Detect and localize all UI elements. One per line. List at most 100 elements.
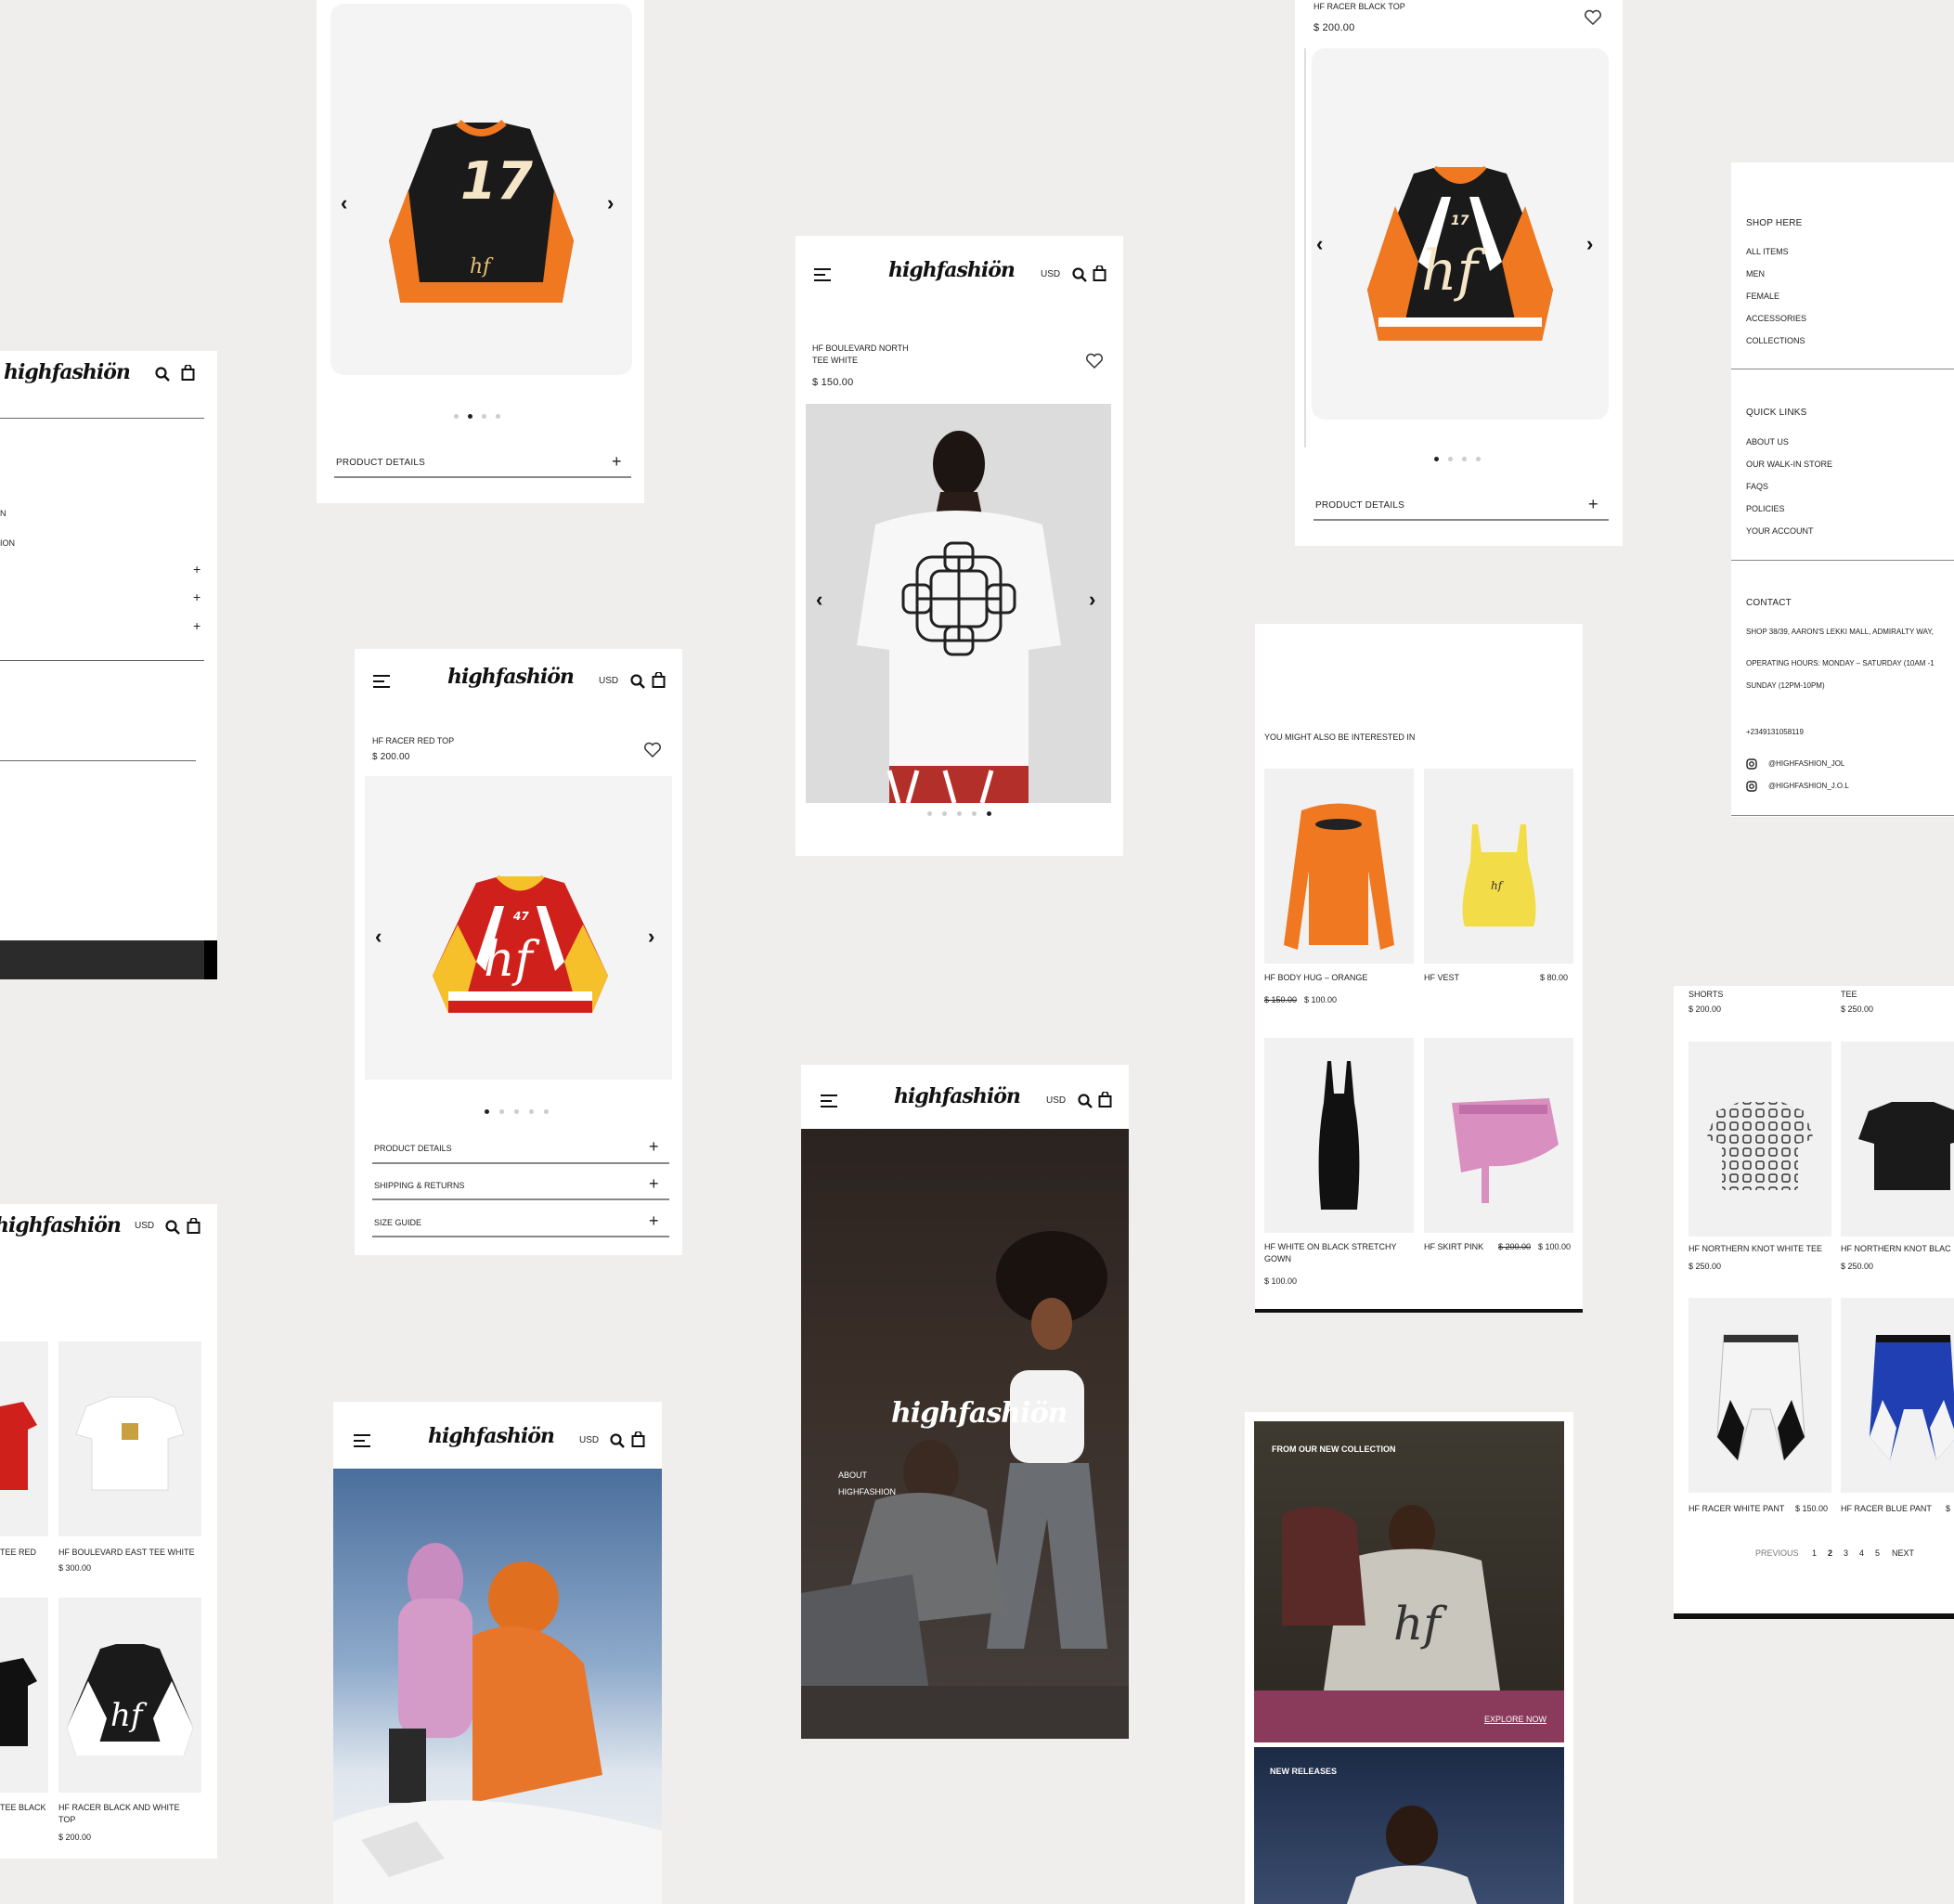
svg-text:hf: hf bbox=[110, 1697, 148, 1734]
quick-link[interactable]: YOUR ACCOUNT bbox=[1746, 526, 1814, 536]
cart-icon[interactable] bbox=[652, 671, 666, 693]
search-icon[interactable] bbox=[630, 674, 645, 693]
accordion-shipping[interactable]: SHIPPING & RETURNS bbox=[374, 1181, 465, 1190]
heart-icon[interactable] bbox=[643, 742, 662, 763]
currency-selector[interactable]: USD bbox=[599, 676, 618, 686]
menu-icon[interactable] bbox=[814, 268, 831, 281]
contact-heading: CONTACT bbox=[1746, 598, 1792, 608]
brand-logo[interactable]: highfashiön bbox=[4, 360, 131, 384]
expand-icon[interactable]: + bbox=[193, 619, 201, 632]
pagination-previous[interactable]: PREVIOUS bbox=[1755, 1548, 1799, 1558]
prev-arrow-icon[interactable]: ‹ bbox=[816, 589, 822, 610]
currency-selector[interactable]: USD bbox=[1041, 269, 1060, 279]
carousel-dots[interactable] bbox=[485, 1109, 549, 1114]
product-thumb-white-tee[interactable] bbox=[1689, 1042, 1831, 1237]
hero-about[interactable]: ABOUT bbox=[838, 1470, 867, 1480]
menu-item-fragment[interactable]: N bbox=[0, 509, 6, 518]
product-thumb-skirt[interactable] bbox=[1424, 1038, 1573, 1233]
quick-link[interactable]: ABOUT US bbox=[1746, 437, 1789, 447]
currency-selector[interactable]: USD bbox=[1046, 1095, 1066, 1106]
heart-icon[interactable] bbox=[1584, 9, 1602, 31]
pagination-page[interactable]: 4 bbox=[1859, 1548, 1864, 1558]
pagination-page[interactable]: 5 bbox=[1875, 1548, 1880, 1558]
quick-link[interactable]: OUR WALK-IN STORE bbox=[1746, 460, 1832, 469]
menu-icon[interactable] bbox=[373, 675, 390, 688]
cart-icon[interactable] bbox=[1098, 1091, 1112, 1112]
prev-arrow-icon[interactable]: ‹ bbox=[375, 926, 382, 947]
next-arrow-icon[interactable]: › bbox=[607, 193, 614, 214]
shop-link[interactable]: COLLECTIONS bbox=[1746, 336, 1805, 345]
prev-arrow-icon[interactable]: ‹ bbox=[1316, 234, 1323, 254]
quick-link[interactable]: POLICIES bbox=[1746, 504, 1785, 513]
currency-selector[interactable]: USD bbox=[135, 1221, 154, 1231]
product-thumb-vest[interactable]: hf bbox=[1424, 769, 1573, 964]
brand-logo[interactable]: highfashiön bbox=[447, 665, 575, 689]
product-thumb-white-pant[interactable] bbox=[1689, 1298, 1831, 1493]
pagination-page[interactable]: 1 bbox=[1812, 1548, 1817, 1558]
shop-link[interactable]: ALL ITEMS bbox=[1746, 247, 1789, 256]
instagram-icon[interactable] bbox=[1746, 780, 1757, 797]
expand-icon[interactable]: + bbox=[612, 453, 622, 470]
product-grid-right: SHORTS $ 200.00 TEE $ 250.00 HF NORTHERN… bbox=[1674, 986, 1954, 1619]
cart-icon[interactable] bbox=[1093, 265, 1106, 286]
carousel-dots[interactable] bbox=[454, 414, 500, 419]
heart-icon[interactable] bbox=[1085, 353, 1104, 374]
product-thumb-blue-pant[interactable] bbox=[1841, 1298, 1954, 1493]
menu-icon[interactable] bbox=[354, 1434, 370, 1447]
quick-link[interactable]: FAQS bbox=[1746, 482, 1768, 491]
hero-about[interactable]: HIGHFASHION bbox=[838, 1487, 896, 1496]
instagram-handle[interactable]: @HIGHFASHION_J.O.L bbox=[1768, 782, 1849, 790]
product-thumb-black-tee[interactable] bbox=[0, 1598, 48, 1793]
prev-arrow-icon[interactable]: ‹ bbox=[341, 193, 347, 214]
expand-icon[interactable]: + bbox=[193, 563, 201, 576]
accordion-size-guide[interactable]: SIZE GUIDE bbox=[374, 1218, 421, 1227]
currency-selector[interactable]: USD bbox=[579, 1435, 599, 1445]
expand-icon[interactable]: + bbox=[649, 1212, 659, 1229]
search-icon[interactable] bbox=[155, 367, 170, 386]
cart-icon[interactable] bbox=[631, 1431, 645, 1452]
shop-link[interactable]: FEMALE bbox=[1746, 291, 1779, 301]
carousel-dots[interactable] bbox=[927, 811, 991, 816]
product-thumb-east-tee[interactable] bbox=[58, 1341, 201, 1536]
next-arrow-icon[interactable]: › bbox=[648, 926, 654, 947]
next-arrow-icon[interactable]: › bbox=[1089, 589, 1095, 610]
next-arrow-icon[interactable]: › bbox=[1586, 234, 1593, 254]
search-icon[interactable] bbox=[610, 1433, 625, 1453]
shop-link[interactable]: ACCESSORIES bbox=[1746, 314, 1806, 323]
expand-icon[interactable]: + bbox=[193, 590, 201, 603]
cart-icon[interactable] bbox=[181, 364, 195, 385]
product-name: HF BOULEVARD EAST TEE WHITE bbox=[58, 1548, 195, 1557]
product-details-label[interactable]: PRODUCT DETAILS bbox=[1315, 500, 1404, 511]
product-details-label[interactable]: PRODUCT DETAILS bbox=[336, 458, 425, 468]
shop-link[interactable]: MEN bbox=[1746, 269, 1765, 278]
contact-phone[interactable]: +2349131058119 bbox=[1746, 728, 1804, 736]
brand-logo[interactable]: highfashiön bbox=[428, 1424, 555, 1448]
product-thumb-bodyhug[interactable] bbox=[1264, 769, 1414, 964]
instagram-icon[interactable] bbox=[1746, 758, 1757, 774]
expand-icon[interactable]: + bbox=[1588, 496, 1598, 512]
accordion-product-details[interactable]: PRODUCT DETAILS bbox=[374, 1144, 452, 1153]
instagram-handle[interactable]: @HIGHFASHION_JOL bbox=[1768, 759, 1844, 768]
search-icon[interactable] bbox=[1072, 267, 1087, 287]
explore-now-button[interactable]: EXPLORE NOW bbox=[1484, 1715, 1546, 1724]
product-thumb-red-tee[interactable] bbox=[0, 1341, 48, 1536]
product-thumb-gown[interactable] bbox=[1264, 1038, 1414, 1233]
expand-icon[interactable]: + bbox=[649, 1138, 659, 1155]
pagination-next[interactable]: NEXT bbox=[1892, 1548, 1914, 1558]
campaign-image bbox=[333, 1469, 662, 1904]
cart-icon[interactable] bbox=[187, 1217, 201, 1238]
related-products-card: YOU MIGHT ALSO BE INTERESTED IN hf HF BO… bbox=[1255, 624, 1583, 1313]
menu-item-fragment[interactable]: ION bbox=[0, 538, 15, 548]
search-icon[interactable] bbox=[1078, 1094, 1093, 1113]
menu-icon[interactable] bbox=[821, 1094, 837, 1107]
carousel-dots[interactable] bbox=[1434, 457, 1481, 461]
brand-logo[interactable]: highfashiön bbox=[888, 258, 1016, 282]
pagination-page-current[interactable]: 2 bbox=[1828, 1548, 1832, 1558]
pagination-page[interactable]: 3 bbox=[1844, 1548, 1848, 1558]
expand-icon[interactable]: + bbox=[649, 1175, 659, 1192]
product-thumb-black-tee[interactable] bbox=[1841, 1042, 1954, 1237]
product-thumb-racer-bw[interactable]: hf bbox=[58, 1598, 201, 1793]
brand-logo[interactable]: highfashiön bbox=[894, 1084, 1021, 1108]
brand-logo[interactable]: highfashiön bbox=[0, 1213, 122, 1237]
search-icon[interactable] bbox=[165, 1220, 180, 1239]
